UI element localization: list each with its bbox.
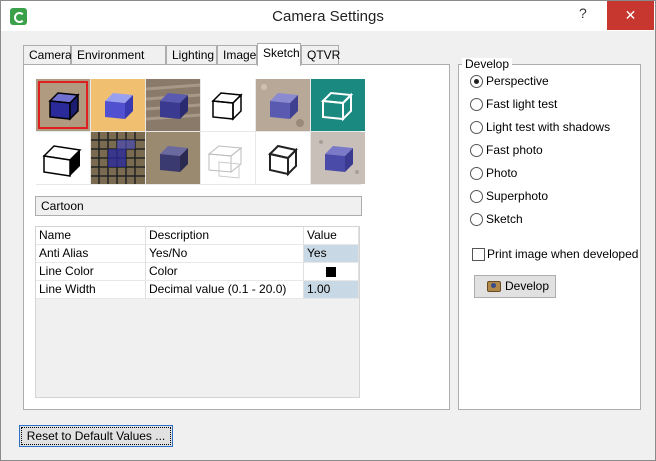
thumb-mosaic-style[interactable]	[91, 132, 145, 184]
thumb-pastel-style[interactable]	[256, 79, 310, 131]
checkbox-icon	[472, 248, 485, 261]
sketch-tab-panel: Cartoon Name Description Value Anti Alia…	[23, 64, 450, 410]
thumb-pen-style[interactable]	[256, 132, 310, 184]
radio-label: Fast light test	[486, 97, 558, 111]
radio-button-icon	[470, 98, 483, 111]
line-color-value[interactable]	[304, 263, 359, 281]
radio-label: Photo	[486, 166, 518, 180]
thumb-crayon-style[interactable]	[146, 79, 200, 131]
radio-label: Light test with shadows	[486, 120, 611, 134]
table-row[interactable]: Line Width Decimal value (0.1 - 20.0) 1.…	[36, 281, 359, 299]
tab-image[interactable]: Image	[217, 45, 257, 65]
tab-qtvr[interactable]: QTVR	[301, 45, 340, 65]
thumb-line-drawing-style[interactable]	[201, 79, 255, 131]
radio-label: Perspective	[486, 74, 549, 88]
thumb-watercolor-style[interactable]	[311, 132, 365, 184]
column-header-value: Value	[304, 227, 359, 245]
radio-perspective[interactable]: Perspective	[470, 73, 549, 89]
radio-fast-light-test[interactable]: Fast light test	[470, 96, 557, 112]
column-header-description: Description	[146, 227, 304, 245]
develop-group	[458, 64, 641, 410]
radio-light-test-with-shadows[interactable]: Light test with shadows	[470, 119, 610, 135]
thumb-chalkboard-style[interactable]	[311, 79, 365, 131]
property-description: Color	[146, 263, 304, 281]
radio-fast-photo[interactable]: Fast photo	[470, 142, 543, 158]
window-title: Camera Settings	[272, 8, 384, 25]
property-description: Yes/No	[146, 245, 304, 263]
radio-label: Superphoto	[486, 189, 549, 203]
property-name: Line Width	[36, 281, 146, 299]
develop-button[interactable]: Develop	[474, 275, 556, 298]
radio-label: Fast photo	[486, 143, 543, 157]
reset-defaults-button[interactable]: Reset to Default Values ...	[19, 425, 173, 447]
radio-button-icon	[470, 144, 483, 157]
camera-settings-window: Camera Settings ? ✕ Camera Environment L…	[0, 0, 656, 461]
thumb-colored-pencil-style[interactable]	[91, 79, 145, 131]
line-width-value[interactable]: 1.00	[304, 281, 359, 299]
help-button[interactable]: ?	[579, 5, 587, 21]
column-header-name: Name	[36, 227, 146, 245]
selected-style-name: Cartoon	[35, 196, 362, 216]
radio-superphoto[interactable]: Superphoto	[470, 188, 548, 204]
develop-button-label: Develop	[505, 279, 550, 293]
develop-group-label: Develop	[462, 58, 513, 71]
properties-table: Name Description Value Anti Alias Yes/No…	[35, 226, 360, 398]
checkbox-label: Print image when developed	[487, 247, 639, 261]
radio-button-icon	[470, 121, 483, 134]
radio-photo[interactable]: Photo	[470, 165, 517, 181]
sketch-style-gallery	[36, 79, 365, 185]
tab-environment[interactable]: Environment	[71, 45, 166, 65]
table-row[interactable]: Line Color Color	[36, 263, 359, 281]
tab-lighting[interactable]: Lighting	[166, 45, 217, 65]
tab-sketch[interactable]: Sketch	[257, 43, 301, 66]
table-header-row: Name Description Value	[36, 227, 359, 245]
radio-button-icon	[470, 190, 483, 203]
property-description: Decimal value (0.1 - 20.0)	[146, 281, 304, 299]
close-button[interactable]: ✕	[607, 1, 654, 30]
line-color-swatch	[326, 267, 336, 277]
thumb-cartoon-style[interactable]	[36, 79, 90, 131]
radio-button-icon	[470, 213, 483, 226]
title-bar: Camera Settings ? ✕	[1, 1, 655, 31]
radio-button-icon	[470, 167, 483, 180]
property-name: Line Color	[36, 263, 146, 281]
thumb-charcoal-style[interactable]	[146, 132, 200, 184]
thumb-shaded-outline-style[interactable]	[36, 132, 90, 184]
property-name: Anti Alias	[36, 245, 146, 263]
camera-icon	[487, 281, 501, 292]
radio-label: Sketch	[486, 212, 523, 226]
radio-button-icon	[470, 75, 483, 88]
radio-sketch[interactable]: Sketch	[470, 211, 523, 227]
table-row[interactable]: Anti Alias Yes/No Yes	[36, 245, 359, 263]
tab-camera[interactable]: Camera	[23, 45, 72, 65]
print-when-developed-checkbox[interactable]: Print image when developed	[472, 246, 638, 262]
thumb-hidden-line-style[interactable]	[201, 132, 255, 184]
anti-alias-value[interactable]: Yes	[304, 245, 359, 263]
